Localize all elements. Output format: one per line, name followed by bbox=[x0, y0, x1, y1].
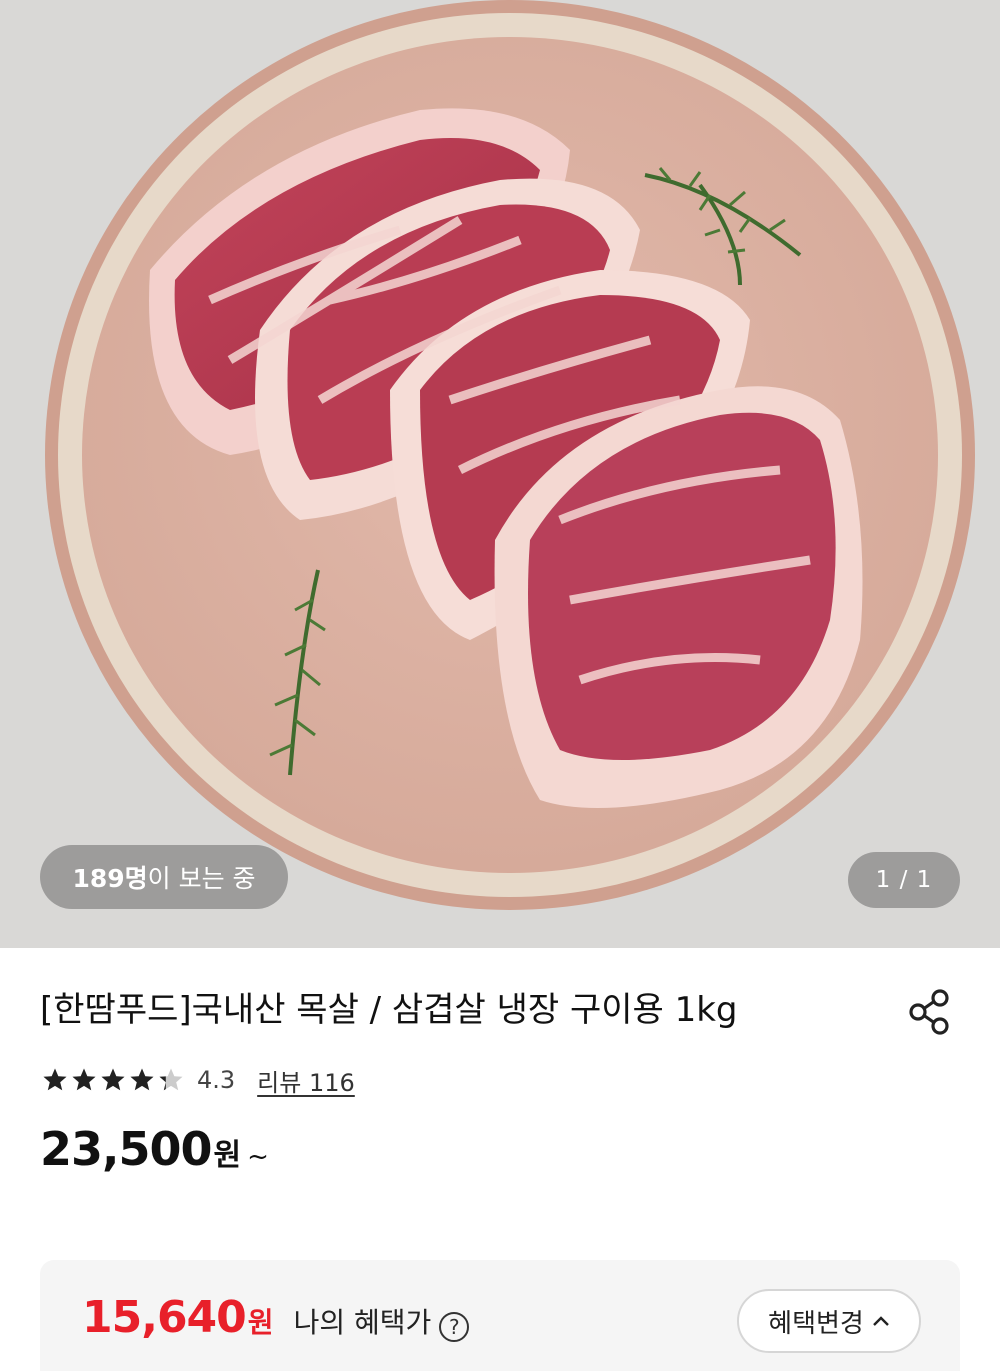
star-icon bbox=[159, 1068, 183, 1091]
viewers-count: 189명 bbox=[72, 864, 148, 893]
benefit-price-row: 15,640 원 나의 혜택가 ? bbox=[82, 1292, 470, 1343]
change-benefit-button[interactable]: 혜택변경 bbox=[737, 1289, 921, 1353]
viewers-badge: 189명 이 보는 중 bbox=[40, 845, 288, 909]
benefit-price-value: 15,640 bbox=[82, 1292, 247, 1343]
product-image-gallery[interactable]: 189명 이 보는 중 1 / 1 bbox=[0, 0, 1000, 948]
benefit-panel: 15,640 원 나의 혜택가 ? 혜택변경 bbox=[40, 1260, 960, 1371]
rating-score: 4.3 bbox=[197, 1066, 236, 1094]
rating-row: 4.3 리뷰 116 bbox=[42, 1062, 355, 1098]
product-photo bbox=[0, 0, 1000, 948]
change-benefit-label: 혜택변경 bbox=[768, 1308, 864, 1339]
benefit-label: 나의 혜택가 bbox=[293, 1306, 432, 1339]
question-circle-icon[interactable]: ? bbox=[439, 1312, 470, 1342]
star-icon bbox=[101, 1068, 125, 1091]
price-suffix: ~ bbox=[247, 1142, 269, 1172]
star-icon bbox=[72, 1068, 96, 1091]
viewers-suffix: 이 보는 중 bbox=[147, 864, 256, 893]
price-value: 23,500 bbox=[40, 1122, 213, 1176]
price-row: 23,500 원 ~ bbox=[40, 1122, 269, 1176]
benefit-price-unit: 원 bbox=[247, 1306, 274, 1339]
price-unit: 원 bbox=[213, 1138, 242, 1173]
star-icon bbox=[130, 1068, 154, 1091]
share-icon[interactable] bbox=[904, 986, 956, 1038]
image-pager: 1 / 1 bbox=[848, 852, 960, 908]
chevron-up-icon bbox=[872, 1316, 889, 1326]
star-icon bbox=[43, 1068, 67, 1091]
rating-stars bbox=[42, 1067, 187, 1093]
review-link[interactable]: 리뷰 116 bbox=[257, 1063, 355, 1098]
product-title: [한땀푸드]국내산 목살 / 삼겹살 냉장 구이용 1kg bbox=[40, 990, 738, 1030]
